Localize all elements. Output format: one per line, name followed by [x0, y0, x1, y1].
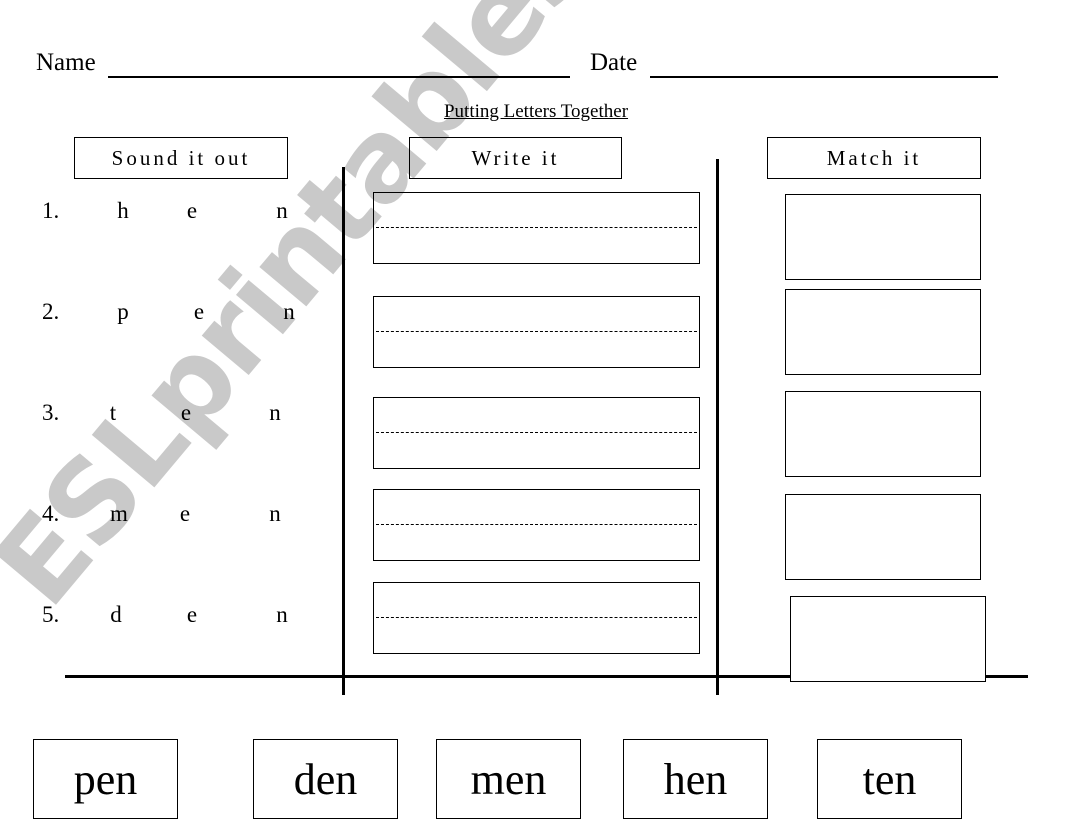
letter: n: [276, 198, 288, 223]
word-card-men[interactable]: men: [436, 739, 581, 819]
word-card-hen[interactable]: hen: [623, 739, 768, 819]
item-number: 4.: [42, 501, 60, 526]
column-divider-right: [716, 159, 719, 695]
letter: n: [269, 400, 281, 425]
letter: e: [179, 501, 191, 526]
letter: m: [110, 501, 128, 526]
dashed-midline: [376, 227, 697, 228]
date-label: Date: [590, 49, 638, 76]
word-card-den[interactable]: den: [253, 739, 398, 819]
letter: e: [186, 602, 198, 627]
letter: e: [193, 299, 205, 324]
letter: n: [276, 602, 288, 627]
column-header-write-it: Write it: [409, 137, 622, 179]
item-number: 1.: [42, 198, 60, 223]
word-card-pen[interactable]: pen: [33, 739, 178, 819]
dashed-midline: [376, 331, 697, 332]
match-box-3[interactable]: [785, 391, 981, 477]
dashed-midline: [376, 524, 697, 525]
write-answer-box-5[interactable]: [373, 582, 700, 654]
write-answer-box-4[interactable]: [373, 489, 700, 561]
name-field-line[interactable]: [108, 76, 570, 78]
letter: n: [283, 299, 295, 324]
dashed-midline: [376, 617, 697, 618]
match-box-2[interactable]: [785, 289, 981, 375]
write-answer-box-1[interactable]: [373, 192, 700, 264]
letter: n: [269, 501, 281, 526]
name-label: Name: [36, 49, 96, 76]
write-answer-box-3[interactable]: [373, 397, 700, 469]
column-divider-left: [342, 167, 345, 695]
letter: e: [180, 400, 192, 425]
dashed-midline: [376, 432, 697, 433]
item-number: 2.: [42, 299, 60, 324]
letter: p: [117, 299, 129, 324]
match-box-5[interactable]: [790, 596, 986, 682]
word-card-ten[interactable]: ten: [817, 739, 962, 819]
letter: e: [186, 198, 198, 223]
item-number: 3.: [42, 400, 60, 425]
write-answer-box-2[interactable]: [373, 296, 700, 368]
worksheet-title: Putting Letters Together: [443, 101, 629, 122]
match-box-4[interactable]: [785, 494, 981, 580]
letter: h: [117, 198, 129, 223]
letter: d: [110, 602, 122, 627]
item-number: 5.: [42, 602, 60, 627]
column-header-match-it: Match it: [767, 137, 981, 179]
match-box-1[interactable]: [785, 194, 981, 280]
column-header-sound-it-out: Sound it out: [74, 137, 288, 179]
date-field-line[interactable]: [650, 76, 998, 78]
letter: t: [109, 400, 117, 425]
